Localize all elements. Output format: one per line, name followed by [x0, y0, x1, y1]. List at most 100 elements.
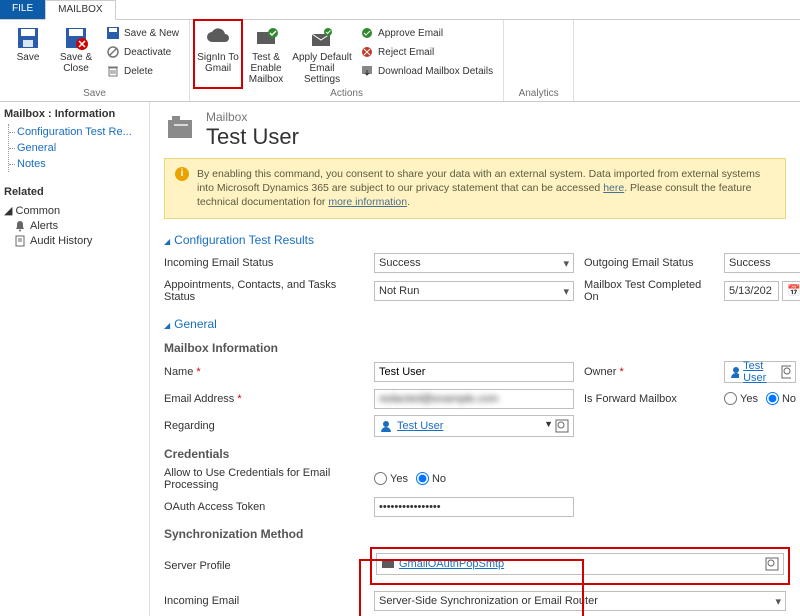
banner-link-here[interactable]: here — [603, 182, 624, 194]
sidebar: Mailbox : Information Configuration Test… — [0, 102, 150, 616]
lookup-regarding[interactable]: Test User ▼ — [374, 415, 574, 437]
save-new-button[interactable]: Save & New — [102, 24, 183, 42]
download-details-button[interactable]: Download Mailbox Details — [356, 62, 497, 80]
server-profile-link[interactable]: GmailOAuthPopSmtp — [399, 558, 504, 570]
owner-link[interactable]: Test User — [743, 360, 777, 384]
sidebar-item-general[interactable]: General — [9, 140, 145, 156]
input-name[interactable] — [374, 362, 574, 382]
info-icon: i — [175, 167, 189, 181]
save-close-label: Save & Close — [54, 52, 98, 74]
section-config-header[interactable]: Configuration Test Results — [164, 233, 786, 247]
apply-default-button[interactable]: Apply Default Email Settings — [292, 22, 352, 86]
deactivate-button[interactable]: Deactivate — [102, 43, 183, 61]
record-name: Test User — [206, 124, 299, 150]
approve-email-button[interactable]: Approve Email — [356, 24, 497, 42]
save-button[interactable]: Save — [6, 22, 50, 86]
label-incoming-status: Incoming Email Status — [164, 257, 364, 269]
input-outgoing-status[interactable]: Success — [724, 253, 800, 273]
lookup-icon[interactable] — [781, 365, 791, 379]
sidebar-audit-label: Audit History — [30, 235, 92, 247]
bell-icon — [14, 220, 26, 232]
audit-icon — [14, 235, 26, 247]
label-outgoing-status: Outgoing Email Status — [584, 257, 714, 269]
test-icon — [254, 26, 278, 50]
subhead-mailbox-info: Mailbox Information — [164, 341, 786, 355]
sidebar-item-audit[interactable]: Audit History — [14, 235, 145, 247]
input-incoming-status[interactable]: Success — [374, 253, 574, 273]
label-allow-cred: Allow to Use Credentials for Email Proce… — [164, 467, 364, 491]
settings-mail-icon — [310, 26, 334, 50]
regarding-link[interactable]: Test User — [397, 420, 443, 432]
lookup-server-profile[interactable]: GmailOAuthPopSmtp — [376, 553, 784, 575]
deactivate-icon — [106, 45, 120, 59]
label-is-forward: Is Forward Mailbox — [584, 393, 714, 405]
sidebar-item-alerts[interactable]: Alerts — [14, 220, 145, 232]
tab-file[interactable]: FILE — [0, 0, 45, 19]
sidebar-item-config[interactable]: Configuration Test Re... — [9, 124, 145, 140]
user-icon — [729, 365, 739, 379]
radio-allow-cred[interactable]: Yes No — [374, 472, 574, 485]
ribbon-group-actions: SignIn To Gmail Test & Enable Mailbox Ap… — [190, 20, 504, 101]
banner-link-more[interactable]: more information — [328, 196, 407, 208]
label-owner: Owner — [584, 366, 714, 378]
page-header: Mailbox Test User — [164, 110, 786, 150]
reject-icon — [360, 45, 374, 59]
signin-gmail-button[interactable]: SignIn To Gmail — [196, 22, 240, 86]
content-pane[interactable]: Mailbox Test User i By enabling this com… — [150, 102, 800, 616]
save-new-label: Save & New — [124, 28, 179, 39]
deactivate-label: Deactivate — [124, 47, 171, 58]
tab-mailbox[interactable]: MAILBOX — [45, 0, 115, 20]
reject-label: Reject Email — [378, 47, 434, 58]
apply-default-label: Apply Default Email Settings — [292, 52, 352, 85]
label-incoming-email: Incoming Email — [164, 595, 364, 607]
lookup-icon[interactable] — [555, 419, 569, 433]
sidebar-related-header: Related — [4, 186, 145, 198]
save-new-icon — [106, 26, 120, 40]
sidebar-common-header[interactable]: Common — [16, 205, 61, 217]
save-close-icon — [64, 26, 88, 50]
label-server-profile: Server Profile — [164, 560, 364, 572]
save-close-button[interactable]: Save & Close — [54, 22, 98, 86]
label-regarding: Regarding — [164, 420, 364, 432]
input-email[interactable]: redacted@example.com — [374, 389, 574, 409]
test-enable-label: Test & Enable Mailbox — [244, 52, 288, 85]
section-general-header[interactable]: General — [164, 317, 786, 331]
save-icon — [16, 26, 40, 50]
signin-gmail-label: SignIn To Gmail — [196, 52, 240, 74]
banner-text-c: . — [407, 196, 410, 208]
label-completed-on: Mailbox Test Completed On — [584, 279, 714, 303]
profile-icon — [381, 557, 395, 571]
delete-icon — [106, 64, 120, 78]
group-label-save: Save — [0, 88, 189, 99]
info-banner: i By enabling this command, you consent … — [164, 158, 786, 219]
save-label: Save — [17, 52, 40, 63]
ribbon-tabs: FILE MAILBOX — [0, 0, 800, 20]
input-oauth[interactable]: •••••••••••••••• — [374, 497, 574, 517]
chevron-down-icon[interactable]: ▼ — [544, 419, 553, 433]
subhead-credentials: Credentials — [164, 447, 786, 461]
radio-is-forward[interactable]: Yes No — [724, 392, 796, 405]
reject-email-button[interactable]: Reject Email — [356, 43, 497, 61]
group-label-actions: Actions — [190, 88, 503, 99]
lookup-owner[interactable]: Test User — [724, 361, 796, 383]
lookup-icon[interactable] — [765, 557, 779, 571]
input-act-status[interactable]: Not Run — [374, 281, 574, 301]
label-name: Name — [164, 366, 364, 378]
user-icon — [379, 419, 393, 433]
main-area: Mailbox : Information Configuration Test… — [0, 102, 800, 616]
group-label-analytics: Analytics — [504, 88, 573, 99]
delete-label: Delete — [124, 66, 153, 77]
ribbon-group-analytics: Analytics — [504, 20, 574, 101]
cloud-signin-icon — [206, 26, 230, 50]
input-completed-on[interactable]: 5/13/202 📅 3:50 P — [724, 281, 800, 301]
test-enable-button[interactable]: Test & Enable Mailbox — [244, 22, 288, 86]
select-incoming-email[interactable]: Server-Side Synchronization or Email Rou… — [374, 591, 786, 611]
download-icon — [360, 64, 374, 78]
sidebar-alerts-label: Alerts — [30, 220, 58, 232]
download-label: Download Mailbox Details — [378, 66, 493, 77]
calendar-icon[interactable]: 📅 — [782, 281, 800, 301]
delete-button[interactable]: Delete — [102, 62, 183, 80]
approve-icon — [360, 26, 374, 40]
sidebar-item-notes[interactable]: Notes — [9, 156, 145, 172]
approve-label: Approve Email — [378, 28, 443, 39]
